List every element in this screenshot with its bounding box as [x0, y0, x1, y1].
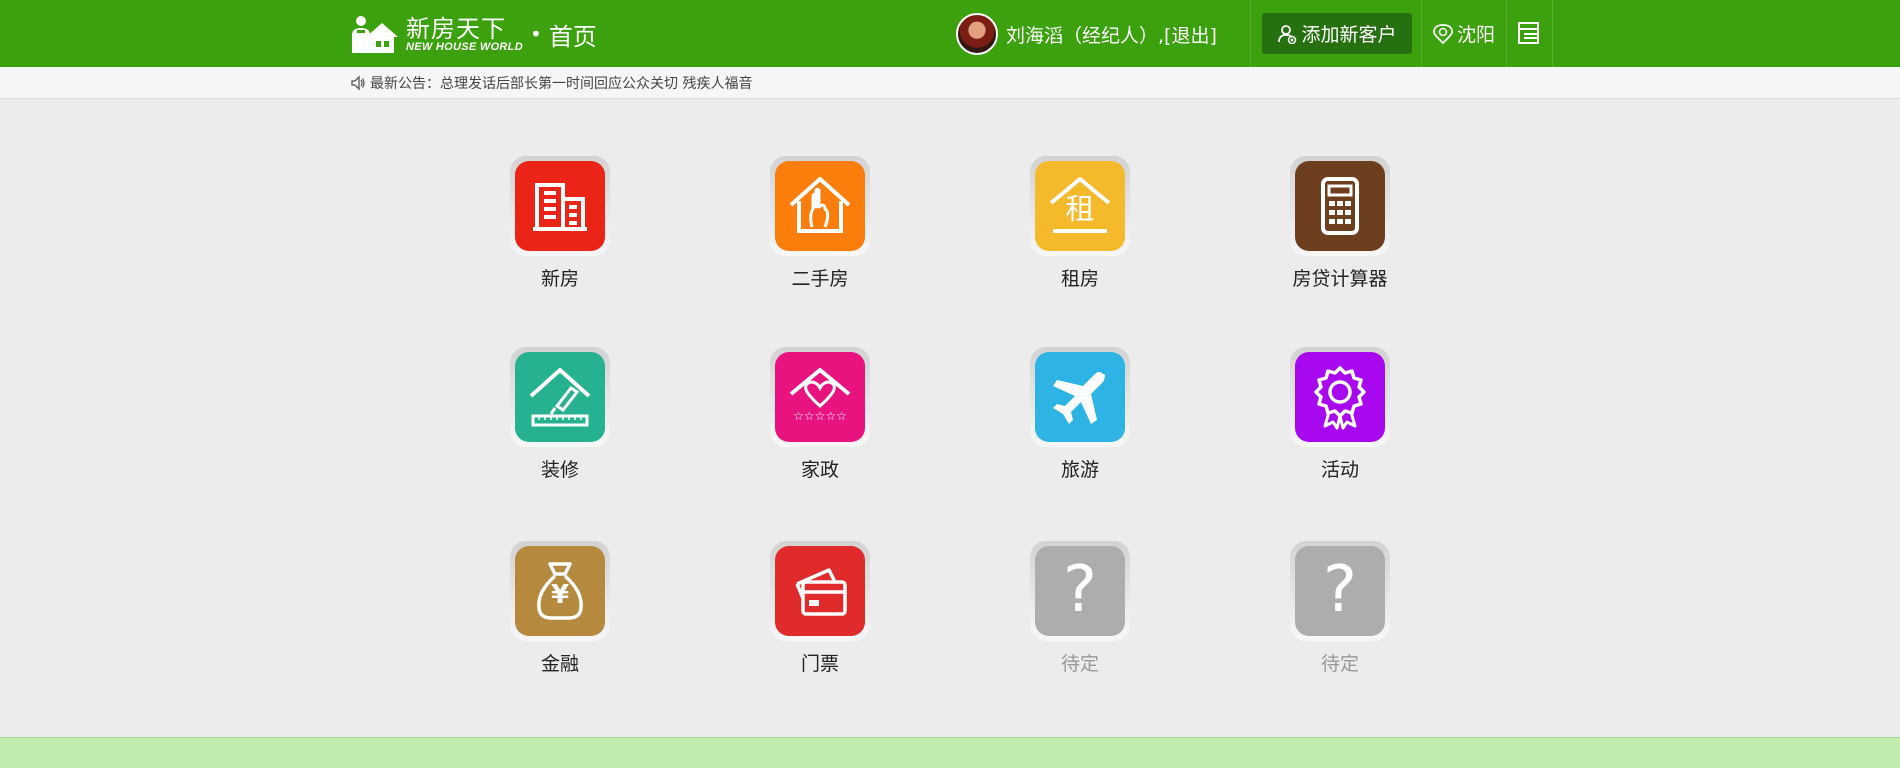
- brand-separator: •: [529, 22, 542, 46]
- brand[interactable]: 新房天下 NEW HOUSE WORLD • 首页: [348, 11, 597, 57]
- menu-item-second-hand-house[interactable]: 二手房: [735, 156, 885, 296]
- announcement-bar: 最新公告：总理发话后部长第一时间回应公众关切 残疾人福音: [0, 67, 1900, 99]
- city-selector[interactable]: 沈阳: [1432, 13, 1495, 54]
- menu-item-tickets[interactable]: 门票: [735, 541, 885, 681]
- ticket-icon: [775, 546, 865, 636]
- logo-icon: [352, 16, 398, 53]
- currency-symbol: ¥: [550, 580, 570, 610]
- house-hand-icon: [775, 161, 865, 251]
- renovation-icon: [515, 352, 605, 442]
- menu-item-label: 活动: [1320, 459, 1359, 481]
- menu-item-label: 门票: [800, 653, 839, 675]
- add-customer-label: 添加新客户: [1301, 24, 1397, 46]
- menu-item-label: 装修: [540, 459, 579, 481]
- add-customer-button[interactable]: 添加新客户: [1262, 13, 1412, 54]
- announcement-text[interactable]: 最新公告：总理发话后部长第一时间回应公众关切 残疾人福音: [370, 73, 752, 93]
- menu-item-mortgage-calculator[interactable]: 房贷计算器: [1255, 156, 1405, 296]
- menu-item-label: 待定: [1320, 653, 1359, 675]
- calculator-icon: [1295, 161, 1385, 251]
- rating-stars: ☆☆☆☆☆: [793, 409, 847, 423]
- menu-item-new-house[interactable]: 新房: [475, 156, 625, 296]
- menu-item-renovation[interactable]: 装修: [475, 347, 625, 487]
- add-user-icon: [1278, 24, 1297, 44]
- question-glyph: ?: [1063, 553, 1097, 627]
- location-icon: [1433, 23, 1453, 44]
- menu-item-label: 旅游: [1060, 459, 1099, 481]
- menu-item-label: 租房: [1060, 268, 1099, 290]
- user-name: 刘海滔（经纪人）,: [1006, 24, 1165, 47]
- question-icon: ?: [1035, 546, 1125, 636]
- divider: [1552, 0, 1553, 67]
- menu-item-pending-1[interactable]: ? 待定: [995, 541, 1145, 681]
- menu-item-label: 新房: [540, 268, 579, 290]
- divider: [1250, 0, 1251, 67]
- menu-item-activities[interactable]: 活动: [1255, 347, 1405, 487]
- menu-item-housekeeping[interactable]: ☆☆☆☆☆ 家政: [735, 347, 885, 487]
- speaker-icon: [351, 75, 365, 91]
- menu-item-label: 金融: [540, 653, 579, 675]
- rent-glyph: 租: [1065, 192, 1095, 226]
- menu-item-label: 家政: [800, 459, 839, 481]
- menu-item-label: 二手房: [791, 268, 849, 290]
- badge-icon: [1295, 352, 1385, 442]
- divider: [1421, 0, 1422, 67]
- money-bag-icon: ¥: [515, 546, 605, 636]
- rent-house-icon: 租: [1035, 161, 1125, 251]
- brand-name: 新房天下: [406, 14, 506, 43]
- user-info: 刘海滔（经纪人）, [退出]: [956, 12, 1217, 56]
- divider: [1506, 0, 1507, 67]
- question-icon: ?: [1295, 546, 1385, 636]
- top-bar: 新房天下 NEW HOUSE WORLD • 首页 刘海滔（经纪人）, [退出]…: [0, 0, 1900, 67]
- menu-item-finance[interactable]: ¥ 金融: [475, 541, 625, 681]
- logout-link[interactable]: [退出]: [1164, 21, 1217, 48]
- brand-english-name: NEW HOUSE WORLD: [406, 40, 523, 53]
- page-title: 首页: [548, 22, 597, 51]
- menu-item-label: 待定: [1060, 653, 1099, 675]
- avatar[interactable]: [956, 13, 998, 55]
- menu-item-pending-2[interactable]: ? 待定: [1255, 541, 1405, 681]
- building-icon: [515, 161, 605, 251]
- city-name: 沈阳: [1457, 24, 1496, 46]
- menu-item-rent[interactable]: 租 租房: [995, 156, 1145, 296]
- airplane-icon: [1035, 352, 1125, 442]
- housekeeping-icon: ☆☆☆☆☆: [775, 352, 865, 442]
- menu-item-travel[interactable]: 旅游: [995, 347, 1145, 487]
- menu-item-label: 房贷计算器: [1292, 268, 1388, 290]
- footer-bar: [0, 737, 1900, 768]
- menu-icon[interactable]: [1516, 20, 1542, 46]
- question-glyph: ?: [1323, 553, 1357, 627]
